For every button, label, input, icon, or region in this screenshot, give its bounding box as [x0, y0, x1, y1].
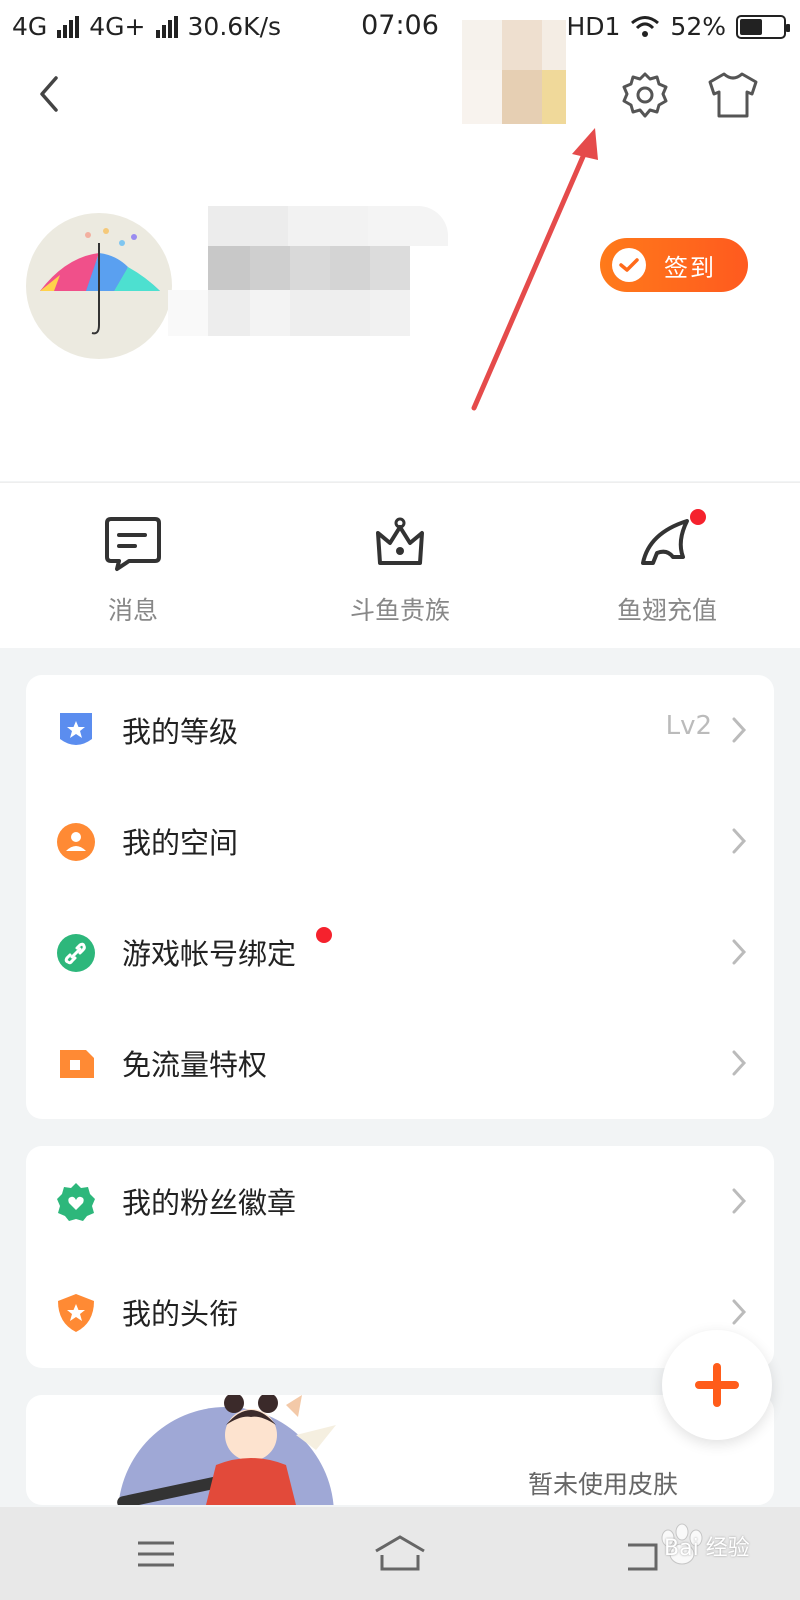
wifi-icon [631, 15, 660, 37]
add-button[interactable] [662, 1330, 772, 1440]
skin-status: 暂未使用皮肤 [528, 1470, 679, 1499]
menu-label-fan-badge: 我的粉丝徽章 [122, 1186, 297, 1220]
fan-badge-icon [57, 1183, 95, 1221]
link-icon [57, 934, 95, 972]
menu-label-title: 我的头衔 [122, 1297, 239, 1331]
menu-card-2: 我的粉丝徽章 我的头衔 [26, 1146, 774, 1368]
checkin-label: 签到 [664, 254, 716, 282]
data-plan-icon [60, 1050, 94, 1078]
menu-label-free-data: 免流量特权 [122, 1048, 268, 1082]
chevron-right-icon [732, 717, 747, 743]
watermark-text: Bai 经验 [664, 1536, 750, 1561]
menu-item-game-binding[interactable]: 游戏帐号绑定 [26, 897, 774, 1008]
chevron-right-icon [732, 1188, 747, 1214]
user-space-icon [57, 823, 95, 861]
status-bar: 4G 4G+ 30.6K/s 07:06 HD1 52% [0, 0, 800, 56]
blurred-badge [462, 20, 566, 124]
battery-icon [736, 14, 790, 39]
menu-item-level[interactable]: 我的等级 Lv2 [26, 675, 774, 786]
menu-card-1: 我的等级 Lv2 我的空间 游戏帐号绑定 免流量特权 [26, 675, 774, 1119]
chevron-right-icon [732, 939, 747, 965]
quick-label-nobility: 斗鱼贵族 [349, 596, 450, 625]
menu-item-free-data[interactable]: 免流量特权 [26, 1008, 774, 1119]
home-icon[interactable] [370, 1531, 430, 1577]
chevron-right-icon [732, 1050, 747, 1076]
check-icon [612, 248, 646, 282]
crown-icon [376, 517, 424, 565]
menu-item-title[interactable]: 我的头衔 [26, 1257, 774, 1368]
menu-item-space[interactable]: 我的空间 [26, 786, 774, 897]
gear-icon[interactable] [620, 70, 670, 120]
checkin-button[interactable]: 签到 [600, 238, 748, 292]
quick-item-nobility[interactable]: 斗鱼贵族 [267, 483, 533, 649]
notification-dot [316, 927, 332, 943]
tshirt-icon[interactable] [706, 70, 760, 120]
profile-header: 签到 [0, 20, 800, 481]
quick-item-recharge[interactable]: 鱼翅充值 [534, 483, 800, 649]
hd-indicator: HD1 [566, 12, 621, 41]
message-icon [105, 517, 161, 571]
menu-label-space: 我的空间 [122, 826, 239, 860]
blurred-username [168, 206, 458, 342]
skin-illustration [117, 1395, 336, 1505]
level-shield-icon [60, 713, 92, 745]
umbrella-avatar-image [40, 228, 160, 335]
chevron-right-icon [732, 1299, 747, 1325]
quick-actions: 消息 斗鱼贵族 鱼翅充值 [0, 482, 800, 648]
title-shield-icon [58, 1294, 94, 1332]
back-icon[interactable] [30, 70, 70, 118]
notification-dot [690, 509, 706, 525]
battery-percent: 52% [670, 12, 726, 41]
chevron-right-icon [732, 828, 747, 854]
level-value: Lv2 [665, 711, 712, 741]
menu-icon[interactable] [126, 1531, 186, 1577]
quick-label-recharge: 鱼翅充值 [616, 596, 717, 625]
menu-label-level: 我的等级 [122, 715, 239, 749]
fin-icon [641, 519, 689, 565]
quick-label-messages: 消息 [107, 596, 158, 625]
menu-label-game-binding: 游戏帐号绑定 [122, 937, 297, 971]
skin-card[interactable]: 暂未使用皮肤 [26, 1395, 774, 1505]
avatar[interactable] [26, 213, 172, 359]
menu-item-fan-badge[interactable]: 我的粉丝徽章 [26, 1146, 774, 1257]
quick-item-messages[interactable]: 消息 [0, 483, 266, 649]
